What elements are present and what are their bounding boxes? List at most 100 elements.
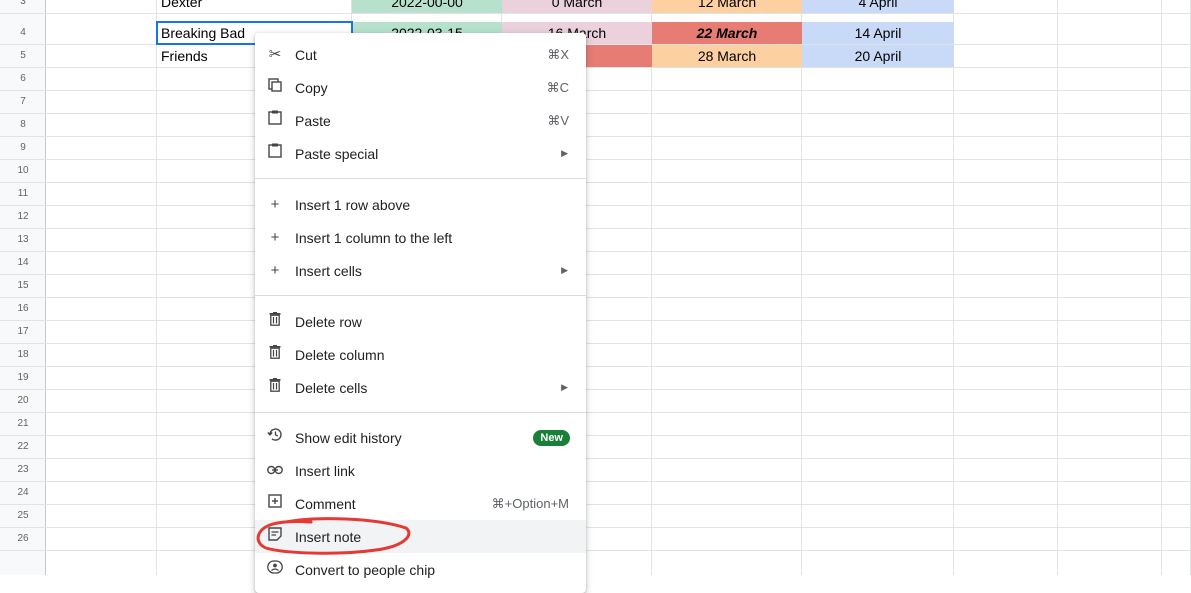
menu-item-insert-row-above[interactable]: + Insert 1 row above: [255, 188, 586, 221]
sheet-row-26: 26: [0, 528, 1191, 551]
sheet-row-7: 7: [0, 91, 1191, 114]
plus-icon: +: [270, 196, 280, 213]
cell-date[interactable]: 2022-00-00: [352, 0, 502, 13]
menu-item-label: Copy: [295, 79, 328, 96]
cell-show[interactable]: Dexter: [157, 0, 352, 13]
sheet-row-8: 8: [0, 114, 1191, 137]
sheet-row-24: 24: [0, 482, 1191, 505]
row-number[interactable]: 13: [0, 229, 46, 251]
menu-divider: [255, 412, 586, 413]
menu-item-label: Paste: [295, 112, 331, 129]
row-number[interactable]: 3: [0, 0, 46, 13]
row-number[interactable]: 19: [0, 367, 46, 389]
menu-item-delete-column[interactable]: Delete column: [255, 338, 586, 371]
menu-item-label: Insert note: [295, 528, 362, 545]
cell-d[interactable]: 12 March: [652, 0, 802, 13]
sheet-row-15: 15: [0, 275, 1191, 298]
menu-item-insert-link[interactable]: Insert link: [255, 454, 586, 487]
cell-c[interactable]: 0 March: [502, 0, 652, 13]
submenu-arrow-icon: ▶: [561, 148, 568, 158]
menu-item-label: Delete row: [295, 313, 362, 330]
menu-item-label: Comment: [295, 495, 356, 512]
sheet-row-13: 13: [0, 229, 1191, 252]
row-number[interactable]: 5: [0, 45, 46, 67]
sheet-row-6: 6: [0, 68, 1191, 91]
plus-icon: +: [270, 262, 280, 279]
copy-icon: [255, 71, 295, 104]
cell-d[interactable]: 22 March: [652, 22, 802, 44]
row-number[interactable]: 16: [0, 298, 46, 320]
menu-item-paste[interactable]: Paste ⌘V: [255, 104, 586, 137]
menu-divider: [255, 295, 586, 296]
cell-e[interactable]: 4 April: [802, 0, 954, 13]
sheet-row-20: 20: [0, 390, 1191, 413]
menu-item-shortcut: ⌘+Option+M: [491, 495, 569, 511]
sheet-row-12: 12: [0, 206, 1191, 229]
sheet-row-25: 25: [0, 505, 1191, 528]
row-number[interactable]: 10: [0, 160, 46, 182]
menu-item-shortcut: ⌘V: [547, 112, 569, 128]
row-number[interactable]: 21: [0, 413, 46, 435]
sheet-row-11: 11: [0, 183, 1191, 206]
menu-item-comment[interactable]: Comment ⌘+Option+M: [255, 487, 586, 520]
sheet-row-22: 22: [0, 436, 1191, 459]
row-number[interactable]: 20: [0, 390, 46, 412]
menu-item-shortcut: ⌘X: [547, 46, 569, 62]
menu-divider: [255, 178, 586, 179]
sheet-row-18: 18: [0, 344, 1191, 367]
sheet-row-4: 4 Breaking Bad 2022-03-15 16 March 22 Ma…: [0, 22, 1191, 45]
row-number[interactable]: 24: [0, 482, 46, 504]
trash-icon: [255, 305, 295, 338]
sheet-row-17: 17: [0, 321, 1191, 344]
cell-e[interactable]: 20 April: [802, 45, 954, 67]
row-number[interactable]: 18: [0, 344, 46, 366]
row-number[interactable]: 22: [0, 436, 46, 458]
row-number[interactable]: 6: [0, 68, 46, 90]
menu-item-label: Insert link: [295, 462, 355, 479]
menu-item-shortcut: ⌘C: [546, 79, 569, 95]
note-icon: [255, 520, 295, 553]
trash-icon: [255, 371, 295, 404]
row-number[interactable]: 26: [0, 528, 46, 550]
menu-item-copy[interactable]: Copy ⌘C: [255, 71, 586, 104]
menu-item-show-edit-history[interactable]: Show edit history New: [255, 421, 586, 454]
context-menu: ✂ Cut ⌘X Copy ⌘C Paste ⌘V Paste special …: [255, 33, 586, 593]
submenu-arrow-icon: ▶: [561, 382, 568, 392]
row-number[interactable]: 14: [0, 252, 46, 274]
row-number[interactable]: 23: [0, 459, 46, 481]
cell-e[interactable]: 14 April: [802, 22, 954, 44]
sheet-row-14: 14: [0, 252, 1191, 275]
row-number[interactable]: 7: [0, 91, 46, 113]
row-number[interactable]: 4: [0, 22, 46, 44]
cell-d[interactable]: 28 March: [652, 45, 802, 67]
sheet-row-16: 16: [0, 298, 1191, 321]
new-badge: New: [533, 429, 570, 446]
comment-icon: [255, 487, 295, 520]
menu-item-delete-row[interactable]: Delete row: [255, 305, 586, 338]
sheet-row-23: 23: [0, 459, 1191, 482]
submenu-arrow-icon: ▶: [561, 265, 568, 275]
menu-item-insert-note[interactable]: Insert note: [255, 520, 586, 553]
menu-item-label: Delete column: [295, 346, 385, 363]
menu-item-cut[interactable]: ✂ Cut ⌘X: [255, 38, 586, 71]
row-number[interactable]: 8: [0, 114, 46, 136]
person-chip-icon: [255, 553, 295, 586]
menu-item-insert-cells[interactable]: + Insert cells ▶: [255, 254, 586, 287]
menu-item-convert-to-people-chip[interactable]: Convert to people chip: [255, 553, 586, 586]
row-number[interactable]: 15: [0, 275, 46, 297]
row-number[interactable]: 9: [0, 137, 46, 159]
clipboard-icon: [255, 104, 295, 137]
menu-item-label: Insert 1 column to the left: [295, 229, 453, 246]
menu-item-label: Show edit history: [295, 429, 402, 446]
scissors-icon: ✂: [268, 46, 282, 63]
row-number[interactable]: 12: [0, 206, 46, 228]
sheet-row-5: 5 Friends rch 28 March 20 April: [0, 45, 1191, 68]
row-number[interactable]: 11: [0, 183, 46, 205]
row-number[interactable]: 25: [0, 505, 46, 527]
menu-item-delete-cells[interactable]: Delete cells ▶: [255, 371, 586, 404]
menu-item-paste-special[interactable]: Paste special ▶: [255, 137, 586, 170]
menu-item-insert-column-left[interactable]: + Insert 1 column to the left: [255, 221, 586, 254]
link-icon: [255, 454, 295, 487]
plus-icon: +: [270, 229, 280, 246]
row-number[interactable]: 17: [0, 321, 46, 343]
